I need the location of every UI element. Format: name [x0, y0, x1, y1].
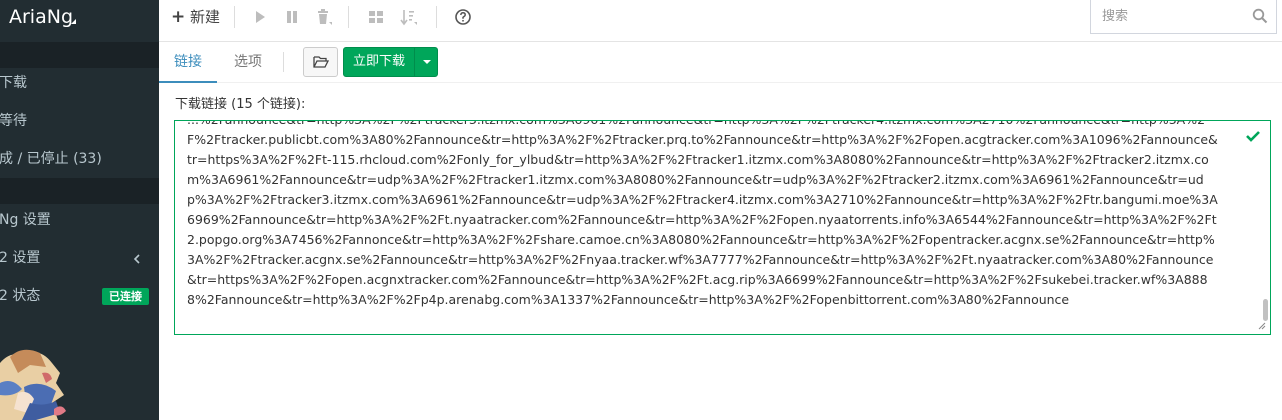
sidebar-item-label: 等待 [0, 113, 27, 129]
sidebar: AriaNg 下载 等待 成 / 已停止 (33) Ng 设置 2 设置 2 状… [0, 0, 159, 420]
sidebar-item-waiting[interactable]: 等待 [0, 102, 159, 140]
tab-links[interactable]: 链接 [159, 42, 217, 83]
sidebar-item-label: 下载 [0, 75, 27, 91]
sidebar-item-aria2-settings[interactable]: 2 设置 [0, 239, 159, 277]
status-badge: 已连接 [102, 288, 149, 305]
sidebar-item-aria2-status[interactable]: 2 状态 已连接 [0, 277, 159, 315]
new-task-button[interactable]: + 新建 [171, 0, 220, 34]
sidebar-item-stopped[interactable]: 成 / 已停止 (33) [0, 140, 159, 178]
search-box [1090, 0, 1277, 34]
download-links-text: ...%2Fannounce&tr=http%3A%2F%2Ftracker3.… [187, 121, 1218, 307]
view-grid-icon[interactable] [367, 8, 385, 26]
download-now-button[interactable]: 立即下载 [344, 48, 414, 76]
sort-icon[interactable] [400, 8, 418, 26]
links-field-label: 下载链接 (15 个链接): [175, 97, 306, 112]
sidebar-item-label: Ng 设置 [0, 212, 51, 228]
chevron-left-icon [133, 254, 140, 264]
tab-bar: 链接 选项 立即下载 [159, 42, 1282, 83]
tab-divider [283, 52, 284, 72]
resize-handle-icon[interactable] [1258, 322, 1266, 330]
caret-down-icon [423, 60, 431, 64]
textarea-scrollbar[interactable] [1263, 299, 1268, 321]
sidebar-item-label: 成 / 已停止 (33) [0, 151, 102, 167]
mascot-image [0, 349, 66, 420]
open-file-button[interactable] [303, 47, 338, 77]
download-now-button-group: 立即下载 [343, 47, 438, 77]
brand-area[interactable]: AriaNg [0, 0, 159, 42]
brand-name: AriaNg [9, 6, 74, 28]
toolbar-divider [348, 6, 349, 28]
sidebar-item-downloading[interactable]: 下载 [0, 64, 159, 102]
tab-options[interactable]: 选项 [219, 42, 277, 83]
top-toolbar: + 新建 [159, 0, 1282, 42]
folder-open-icon [313, 56, 329, 68]
help-icon[interactable] [454, 8, 472, 26]
plus-icon: + [171, 7, 186, 27]
sidebar-item-label: 2 设置 [0, 250, 41, 266]
search-input[interactable] [1091, 0, 1241, 32]
sidebar-item-ariang-settings[interactable]: Ng 设置 [0, 201, 159, 239]
search-icon[interactable] [1252, 8, 1268, 24]
download-options-dropdown[interactable] [414, 48, 438, 76]
toolbar-divider [234, 6, 235, 28]
new-task-label: 新建 [190, 8, 221, 26]
brand-caret-icon [71, 19, 76, 24]
pause-icon[interactable] [283, 8, 301, 26]
sidebar-item-label: 2 状态 [0, 288, 41, 304]
check-icon [1246, 131, 1260, 142]
delete-icon[interactable] [315, 8, 333, 26]
download-links-textarea[interactable]: ...%2Fannounce&tr=http%3A%2F%2Ftracker3.… [174, 120, 1271, 335]
toolbar-divider [436, 6, 437, 28]
play-icon[interactable] [251, 8, 269, 26]
